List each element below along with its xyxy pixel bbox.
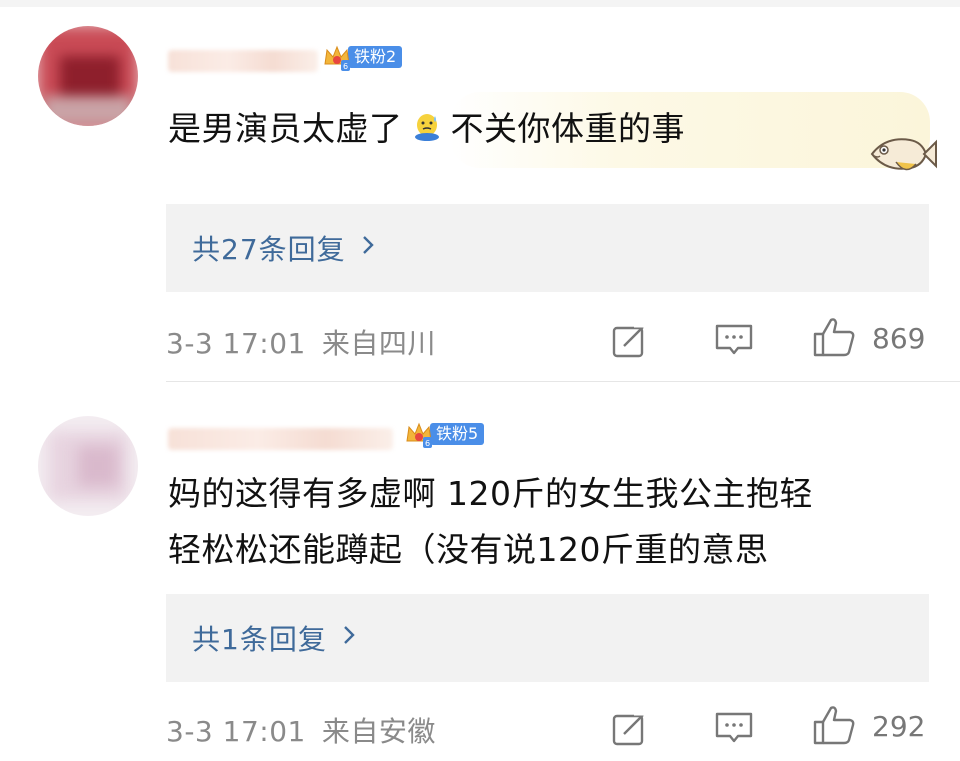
avatar[interactable] (38, 416, 138, 516)
reply-summary-label: 共27条回复 (192, 233, 346, 266)
comment-text-line2: 轻松松还能蹲起（没有说120斤重的意思 (168, 530, 769, 569)
crown-icon: 6 (322, 42, 352, 72)
comment-time: 3-3 17:01 (166, 715, 306, 748)
comment-location: 来自安徽 (321, 715, 436, 748)
like-count: 292 (872, 710, 926, 743)
thumbs-up-icon[interactable] (812, 704, 856, 750)
repost-icon[interactable] (612, 322, 650, 362)
comment-meta: 3-3 17:01 来自四川 (166, 322, 436, 362)
comment-meta: 3-3 17:01 来自安徽 (166, 710, 436, 750)
avatar[interactable] (38, 26, 138, 126)
sweat-emoji-icon (411, 103, 443, 158)
comment-icon[interactable] (714, 322, 754, 362)
comment-item: 6 铁粉2 是男演员太虚了 不关你体重的事 共27条回复 3-3 17:01 来… (0, 0, 960, 382)
comment-time: 3-3 17:01 (166, 327, 306, 360)
reply-summary-button[interactable]: 共27条回复 (166, 204, 929, 292)
like-count: 869 (872, 322, 926, 355)
chevron-right-icon (341, 623, 357, 653)
reply-summary-button[interactable]: 共1条回复 (166, 594, 929, 682)
chevron-right-icon (360, 233, 376, 263)
username[interactable] (168, 428, 393, 450)
comment-text-part1: 是男演员太虚了 (168, 109, 403, 148)
crown-icon: 6 (404, 419, 434, 449)
fan-badge[interactable]: 6 铁粉2 (322, 42, 403, 72)
comment-text-part2: 不关你体重的事 (450, 109, 685, 148)
comment-text: 是男演员太虚了 不关你体重的事 (168, 101, 685, 158)
comment-icon[interactable] (714, 710, 754, 750)
fan-badge-label: 铁粉5 (430, 423, 485, 445)
fan-badge-label: 铁粉2 (348, 46, 403, 68)
comment-location: 来自四川 (321, 327, 436, 360)
thumbs-up-icon[interactable] (812, 316, 856, 362)
svg-text:6: 6 (425, 439, 430, 448)
username[interactable] (168, 50, 318, 72)
comment-item: 6 铁粉5 妈的这得有多虚啊 120斤的女生我公主抱轻 轻松松还能蹲起（没有说1… (0, 382, 960, 761)
reply-summary-label: 共1条回复 (192, 623, 327, 656)
svg-text:6: 6 (343, 62, 348, 71)
repost-icon[interactable] (612, 710, 650, 750)
comment-text-line1: 妈的这得有多虚啊 120斤的女生我公主抱轻 (168, 474, 813, 513)
fan-badge[interactable]: 6 铁粉5 (404, 419, 485, 449)
fish-sticker-icon (866, 128, 938, 180)
